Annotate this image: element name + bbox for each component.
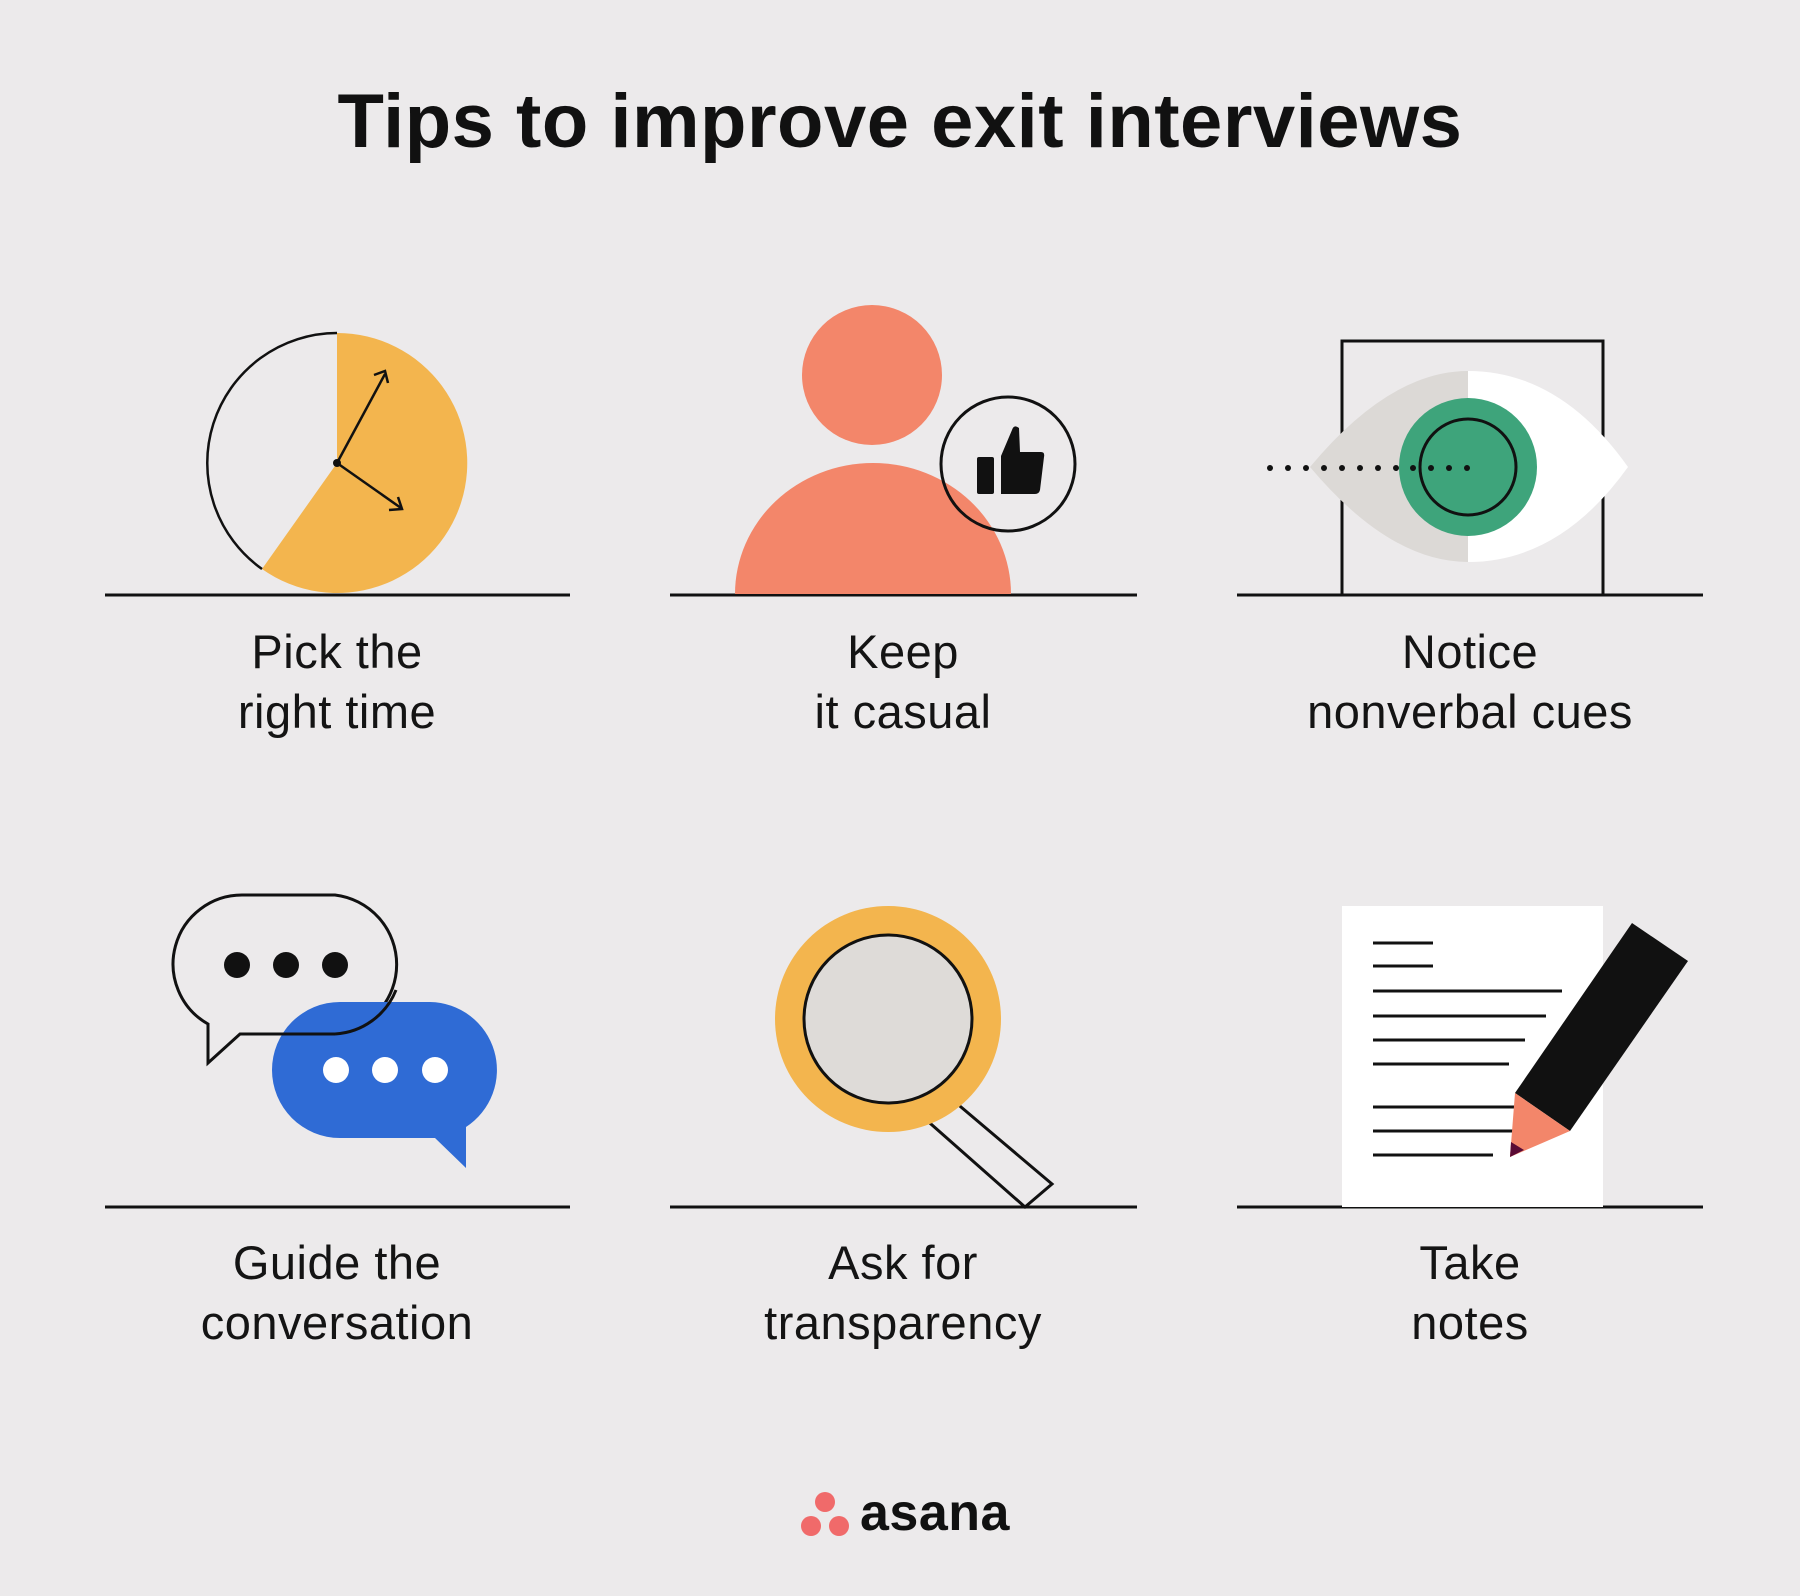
- tip-label-line1: Notice: [1401, 625, 1539, 678]
- eye-icon: [1267, 339, 1628, 597]
- tip-label-line2: transparency: [764, 1296, 1042, 1349]
- magnifying-glass-icon: [775, 906, 1055, 1209]
- tip-label: Pick the right time: [87, 622, 587, 742]
- tip-label-line1: Pick the: [251, 625, 423, 678]
- illustrations: [105, 305, 1703, 1536]
- tip-label-line1: Guide the: [232, 1236, 442, 1289]
- tip-label-line2: notes: [1411, 1296, 1529, 1349]
- notes-pencil-icon: [1342, 906, 1688, 1207]
- clock-icon: [206, 331, 468, 593]
- tip-label: Guide the conversation: [87, 1233, 587, 1353]
- chat-bubbles-icon: [171, 893, 497, 1168]
- tip-label-line2: right time: [237, 685, 437, 738]
- tip-label-line1: Take: [1419, 1236, 1521, 1289]
- tip-label-line1: Keep: [847, 625, 959, 678]
- asana-logo: asana: [798, 1484, 1010, 1542]
- tip-label-line2: it casual: [814, 685, 992, 738]
- tip-label-line1: Ask for: [828, 1236, 978, 1289]
- tip-label-line2: conversation: [200, 1296, 474, 1349]
- tip-label: Ask for transparency: [653, 1233, 1153, 1353]
- tip-label: Keep it casual: [653, 622, 1153, 742]
- person-thumbs-up-icon: [735, 305, 1077, 594]
- tip-label-line2: nonverbal cues: [1307, 685, 1633, 738]
- tip-label: Notice nonverbal cues: [1220, 622, 1720, 742]
- brand-name: asana: [860, 1484, 1010, 1542]
- tip-label: Take notes: [1220, 1233, 1720, 1353]
